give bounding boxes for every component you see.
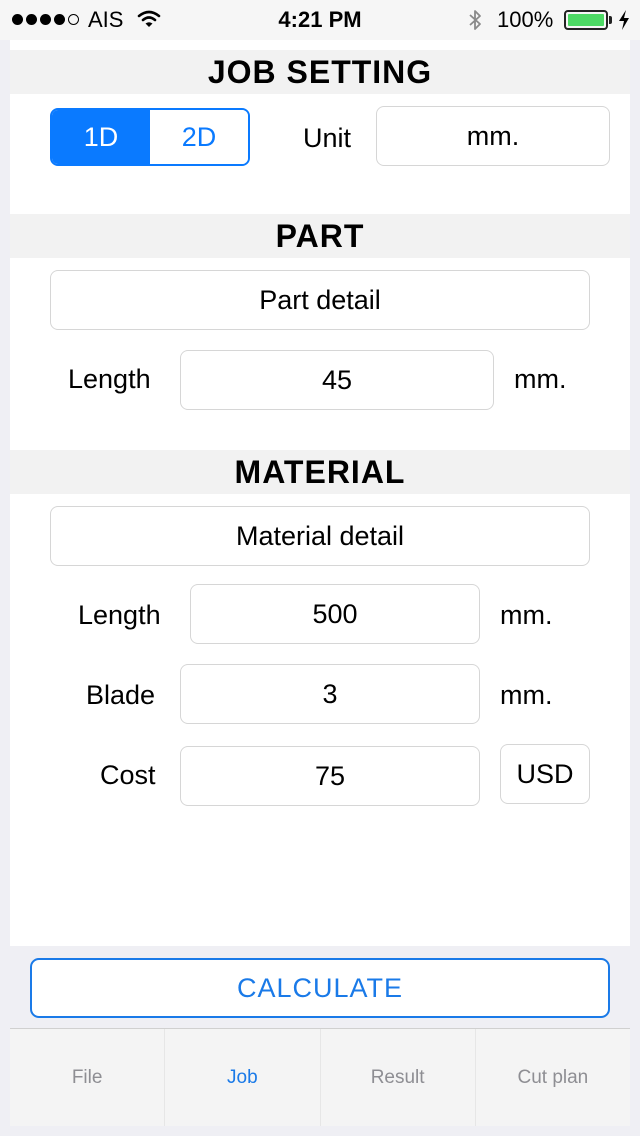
bluetooth-icon [469, 10, 481, 30]
tab-bar: File Job Result Cut plan [10, 1028, 630, 1126]
cost-input[interactable]: 75 [180, 746, 480, 806]
material-header: MATERIAL [10, 450, 630, 494]
tab-file[interactable]: File [10, 1029, 166, 1126]
part-length-input[interactable]: 45 [180, 350, 494, 410]
tab-job[interactable]: Job [165, 1029, 321, 1126]
unit-select-button[interactable]: mm. [376, 106, 610, 166]
tab-result[interactable]: Result [321, 1029, 476, 1126]
calculate-button[interactable]: CALCULATE [30, 958, 610, 1018]
cost-label: Cost [100, 760, 156, 790]
part-detail-button[interactable]: Part detail [50, 270, 590, 330]
blade-input[interactable]: 3 [180, 664, 480, 724]
blade-label: Blade [86, 680, 156, 710]
part-length-label: Length [68, 364, 151, 394]
material-length-unit: mm. [500, 600, 553, 630]
battery-icon [564, 10, 608, 30]
currency-select-button[interactable]: USD [500, 744, 590, 804]
blade-unit: mm. [500, 680, 553, 710]
segment-2d[interactable]: 2D [150, 110, 248, 164]
part-length-unit: mm. [514, 364, 567, 394]
dimension-segmented-control[interactable]: 1D 2D [50, 108, 250, 166]
job-setting-header: JOB SETTING [10, 50, 630, 94]
segment-1d[interactable]: 1D [52, 110, 150, 164]
tab-cut-plan[interactable]: Cut plan [476, 1029, 630, 1126]
material-length-label: Length [78, 600, 161, 630]
unit-label: Unit [303, 123, 352, 153]
battery-percentage: 100% [497, 7, 554, 32]
status-bar: AIS 4:21 PM 100% [0, 0, 640, 40]
part-header: PART [10, 214, 630, 258]
material-detail-button[interactable]: Material detail [50, 506, 590, 566]
charging-bolt-icon [619, 10, 629, 30]
material-length-input[interactable]: 500 [190, 584, 480, 644]
